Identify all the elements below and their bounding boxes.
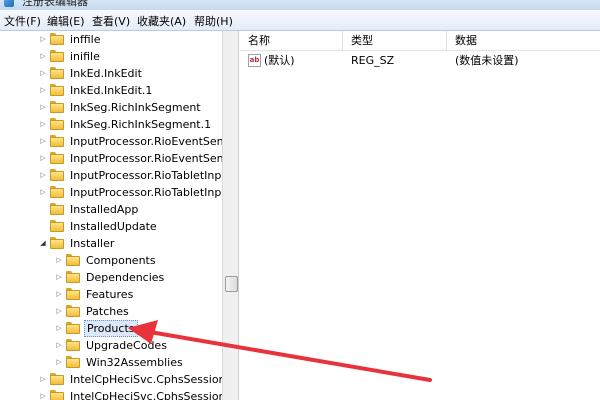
collapse-arrow-icon[interactable]: ◢ bbox=[38, 235, 48, 252]
folder-icon bbox=[50, 50, 64, 62]
menu-file[interactable]: 文件(F) bbox=[4, 13, 41, 29]
folder-icon bbox=[50, 220, 64, 232]
expand-arrow-icon[interactable]: ▷ bbox=[38, 388, 48, 400]
tree-item-label: InputProcessor.RioTabletInput bbox=[70, 169, 222, 182]
header-divider bbox=[240, 50, 600, 51]
menu-favorites[interactable]: 收藏夹(A) bbox=[137, 13, 186, 29]
tree-item-label: Win32Assemblies bbox=[86, 356, 183, 369]
expand-arrow-icon[interactable]: ▷ bbox=[38, 99, 48, 116]
tree-item-label: Patches bbox=[86, 305, 129, 318]
expand-arrow-icon[interactable]: ▷ bbox=[38, 48, 48, 65]
folder-icon bbox=[50, 118, 64, 130]
scrollbar-thumb[interactable] bbox=[225, 276, 238, 292]
tree-item-label: InkSeg.RichInkSegment.1 bbox=[70, 118, 212, 131]
folder-icon bbox=[66, 271, 80, 283]
folder-icon bbox=[50, 390, 64, 400]
expand-arrow-icon[interactable]: ▷ bbox=[38, 65, 48, 82]
expand-arrow-icon[interactable]: ▷ bbox=[38, 82, 48, 99]
tree-item-label: InputProcessor.RioEventSender. bbox=[70, 152, 222, 165]
tree-item-label: UpgradeCodes bbox=[86, 339, 167, 352]
menu-view[interactable]: 查看(V) bbox=[92, 13, 130, 29]
expand-arrow-icon[interactable]: ▷ bbox=[54, 269, 64, 286]
expand-arrow-icon[interactable]: ▷ bbox=[38, 371, 48, 388]
expand-arrow-icon[interactable]: ▷ bbox=[54, 252, 64, 269]
tree-item-label: Products bbox=[84, 320, 138, 337]
folder-icon bbox=[50, 203, 64, 215]
column-header-name[interactable]: 名称 bbox=[240, 31, 343, 50]
expand-arrow-icon[interactable]: ▷ bbox=[38, 150, 48, 167]
folder-open-icon bbox=[50, 237, 64, 249]
folder-icon bbox=[66, 356, 80, 368]
folder-icon bbox=[50, 33, 64, 45]
expand-arrow-icon[interactable]: ▷ bbox=[54, 286, 64, 303]
expand-arrow-icon[interactable]: ▷ bbox=[38, 116, 48, 133]
tree-item-label: Features bbox=[86, 288, 134, 301]
value-data: (数值未设置) bbox=[455, 54, 519, 67]
expand-arrow-icon[interactable]: ▷ bbox=[54, 337, 64, 354]
tree-vertical-scrollbar[interactable] bbox=[222, 31, 239, 400]
registry-editor-icon bbox=[4, 0, 14, 7]
folder-icon bbox=[66, 254, 80, 266]
string-value-icon: ab bbox=[248, 54, 261, 67]
tree-item-label: InkEd.InkEdit bbox=[70, 67, 142, 80]
expand-arrow-icon[interactable]: ▷ bbox=[54, 320, 64, 337]
tree-item-label: InkEd.InkEdit.1 bbox=[70, 84, 153, 97]
registry-tree: ▷ inffile ▷ inifile ▷ InkEd.InkEdit ▷ In… bbox=[0, 31, 222, 400]
folder-icon bbox=[50, 67, 64, 79]
expand-arrow-icon[interactable]: ▷ bbox=[54, 354, 64, 371]
tree-item-label: InputProcessor.RioEventSender bbox=[70, 135, 222, 148]
folder-icon bbox=[66, 288, 80, 300]
tree-item-label: Dependencies bbox=[86, 271, 165, 284]
tree-item-label: InkSeg.RichInkSegment bbox=[70, 101, 201, 114]
folder-icon bbox=[50, 101, 64, 113]
folder-icon bbox=[66, 305, 80, 317]
tree-item-label: InstalledUpdate bbox=[70, 220, 157, 233]
menu-bar: 文件(F) 编辑(E) 查看(V) 收藏夹(A) 帮助(H) bbox=[0, 10, 600, 31]
tree-item-label: inffile bbox=[70, 33, 101, 46]
tree-item-label: InstalledApp bbox=[70, 203, 139, 216]
expand-arrow-icon[interactable]: ▷ bbox=[38, 31, 48, 48]
folder-icon bbox=[50, 152, 64, 164]
tree-item-label: Installer bbox=[70, 237, 115, 250]
window-title: 注册表编辑器 bbox=[22, 0, 88, 8]
expand-arrow-icon[interactable]: ▷ bbox=[38, 133, 48, 150]
tree-item-label: IntelCpHeciSvc.CphsSession bbox=[70, 373, 222, 386]
folder-icon bbox=[50, 186, 64, 198]
expand-arrow-icon[interactable]: ▷ bbox=[38, 167, 48, 184]
column-header-type[interactable]: 类型 bbox=[343, 31, 447, 50]
folder-icon bbox=[66, 322, 80, 334]
folder-icon bbox=[50, 373, 64, 385]
folder-icon bbox=[50, 135, 64, 147]
tree-item-label: Components bbox=[86, 254, 156, 267]
value-row[interactable]: ab (默认) REG_SZ (数值未设置) bbox=[240, 52, 600, 70]
tree-item-label: IntelCpHeciSvc.CphsSession.1 bbox=[70, 390, 222, 400]
title-bar: 注册表编辑器 bbox=[0, 0, 600, 10]
expand-arrow-icon[interactable]: ▷ bbox=[38, 184, 48, 201]
values-list: 名称 类型 数据 ab (默认) REG_SZ (数值未设置) bbox=[240, 31, 600, 400]
value-name: (默认) bbox=[264, 54, 295, 67]
folder-icon bbox=[50, 169, 64, 181]
menu-help[interactable]: 帮助(H) bbox=[194, 13, 233, 29]
tree-item-label: InputProcessor.RioTabletInput.1 bbox=[70, 186, 222, 199]
folder-icon bbox=[66, 339, 80, 351]
expand-arrow-icon[interactable]: ▷ bbox=[54, 303, 64, 320]
tree-item-label: inifile bbox=[70, 50, 100, 63]
column-header-data[interactable]: 数据 bbox=[447, 31, 600, 50]
menu-edit[interactable]: 编辑(E) bbox=[47, 13, 85, 29]
folder-icon bbox=[50, 84, 64, 96]
value-type: REG_SZ bbox=[351, 54, 395, 67]
